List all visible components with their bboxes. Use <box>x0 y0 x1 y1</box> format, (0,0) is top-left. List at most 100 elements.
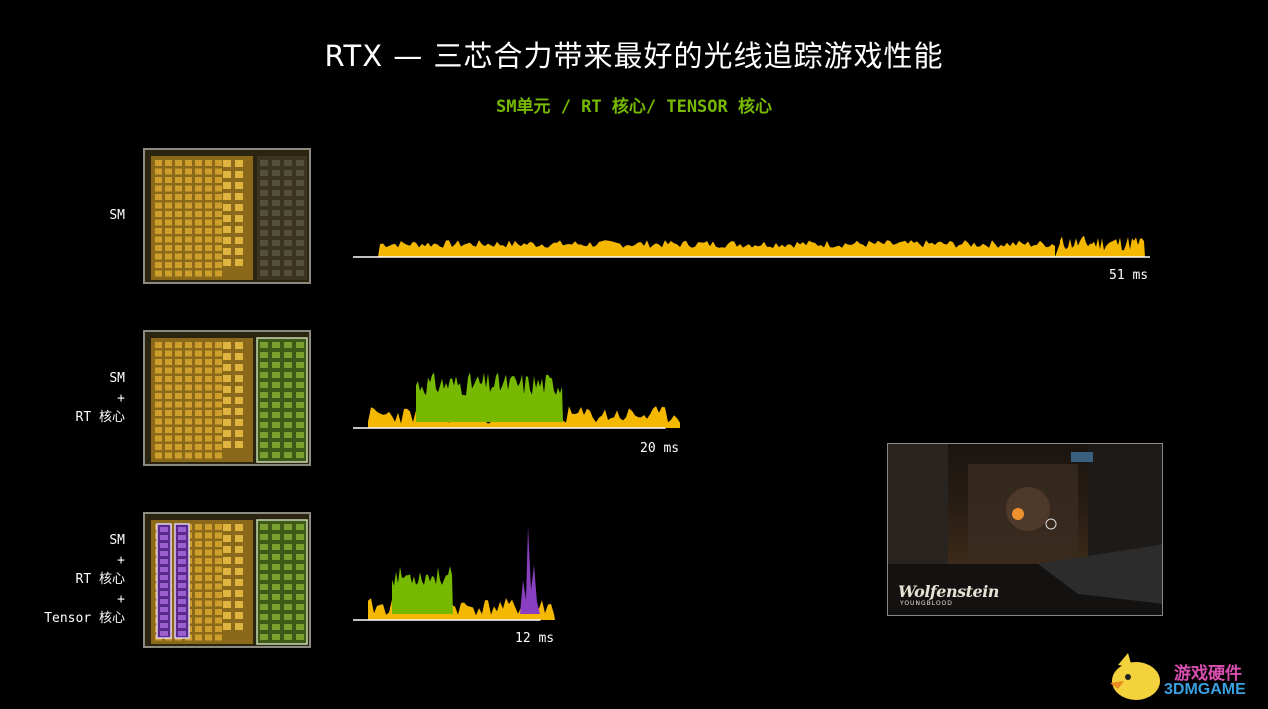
cache-unit <box>235 386 243 393</box>
rt-unit <box>296 260 304 266</box>
sm-unit <box>155 393 162 399</box>
sm-unit <box>175 202 182 209</box>
row-label-sm-rt-tensor: SM + RT 核心 + Tensor 核心 <box>44 531 125 629</box>
frame-area-sm <box>353 235 1150 257</box>
rt-unit <box>284 442 292 448</box>
sm-unit <box>165 350 172 357</box>
sm-unit <box>215 566 222 573</box>
sm-unit <box>155 245 162 251</box>
sm-unit <box>155 418 162 425</box>
sm-unit <box>215 541 222 547</box>
rt-unit <box>260 432 268 438</box>
rt-unit <box>260 594 268 600</box>
tensor-unit <box>160 527 168 532</box>
rt-unit <box>272 534 280 540</box>
watermark-line2: 3DMGAME <box>1164 681 1246 698</box>
sm-unit <box>155 228 162 234</box>
rt-unit <box>296 362 304 368</box>
sm-unit <box>195 194 202 200</box>
sm-unit <box>195 393 202 399</box>
sm-unit <box>175 236 182 243</box>
sm-unit <box>185 202 192 209</box>
rt-unit <box>260 160 268 166</box>
sm-unit <box>205 393 212 399</box>
sm-unit <box>205 350 212 357</box>
sm-unit <box>185 236 192 243</box>
cache-unit <box>235 364 243 371</box>
rt-unit <box>260 452 268 458</box>
tensor-unit <box>160 583 168 588</box>
rt-unit <box>272 402 280 408</box>
sm-unit <box>155 270 162 277</box>
cache-unit <box>235 579 243 586</box>
page-subtitle: SM单元 / RT 核心/ TENSOR 核心 <box>496 97 772 117</box>
tensor-unit <box>160 599 168 604</box>
sm-unit <box>155 350 162 357</box>
sm-unit <box>175 367 182 374</box>
sm-unit <box>195 350 202 357</box>
sm-unit <box>165 160 172 166</box>
cache-unit <box>235 342 243 349</box>
sm-unit <box>215 194 222 200</box>
cache-unit <box>235 397 243 404</box>
sm-unit <box>195 211 202 217</box>
sm-unit <box>165 367 172 374</box>
sm-unit <box>215 410 222 416</box>
sm-unit <box>215 452 222 459</box>
sm-unit <box>175 410 182 416</box>
sm-unit <box>165 219 172 226</box>
sm-unit <box>205 566 212 573</box>
rt-unit <box>260 604 268 610</box>
page-title: RTX — 三芯合力带来最好的光线追踪游戏性能 <box>324 39 944 73</box>
sm-unit <box>165 384 172 391</box>
tensor-unit <box>178 583 186 588</box>
sm-unit <box>165 177 172 183</box>
sm-unit <box>175 194 182 200</box>
cache-unit <box>235 430 243 437</box>
cache-unit <box>223 342 231 349</box>
tensor-unit <box>160 615 168 620</box>
sm-unit <box>165 168 172 175</box>
rt-unit <box>272 230 280 236</box>
row-label-line: + <box>117 591 125 607</box>
cache-unit <box>235 441 243 448</box>
sm-unit <box>155 359 162 365</box>
sm-unit <box>155 168 162 175</box>
sm-unit <box>205 262 212 268</box>
rt-unit <box>284 190 292 196</box>
rt-unit <box>260 250 268 256</box>
sm-unit <box>185 427 192 433</box>
rt-unit <box>260 534 268 540</box>
rt-unit <box>296 594 304 600</box>
sm-unit <box>205 245 212 251</box>
sm-unit <box>195 532 202 539</box>
sm-unit <box>195 524 202 530</box>
sm-unit <box>155 384 162 391</box>
sm-unit <box>195 617 202 624</box>
sm-unit <box>215 185 222 192</box>
rt-unit <box>296 564 304 570</box>
sm-unit <box>175 444 182 450</box>
sm-unit <box>155 342 162 348</box>
rt-unit <box>296 220 304 226</box>
rt-unit <box>260 624 268 630</box>
sm-unit <box>215 401 222 408</box>
rt-unit <box>284 392 292 398</box>
frame-area-sm <box>353 598 555 620</box>
tensor-unit <box>178 543 186 548</box>
sm-unit <box>195 566 202 573</box>
cache-unit <box>235 204 243 211</box>
tensor-unit <box>178 567 186 572</box>
rt-unit <box>272 524 280 530</box>
rt-unit <box>272 554 280 560</box>
sm-unit <box>155 452 162 459</box>
sm-unit <box>185 177 192 183</box>
sm-unit <box>165 410 172 416</box>
sm-unit <box>215 435 222 442</box>
rt-unit <box>260 220 268 226</box>
sm-unit <box>155 177 162 183</box>
sm-unit <box>175 418 182 425</box>
sm-unit <box>185 185 192 192</box>
sm-unit <box>215 342 222 348</box>
sm-unit <box>215 219 222 226</box>
